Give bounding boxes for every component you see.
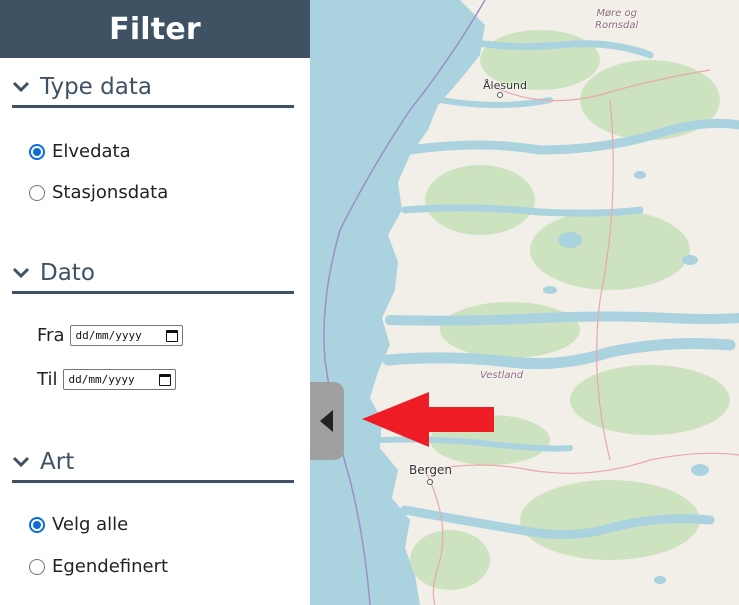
map-view[interactable]: Møre og Romsdal Ålesund Vestland Bergen (310, 0, 739, 605)
section-header-art[interactable]: Art (12, 443, 294, 483)
date-from-value: dd/mm/yyyy (75, 329, 142, 342)
section-title-type-data: Type data (40, 73, 152, 100)
radio-velg-alle[interactable] (29, 516, 45, 533)
date-row-to: Til dd/mm/yyyy (37, 369, 177, 390)
section-header-dato[interactable]: Dato (12, 254, 294, 294)
sidebar-header: Filter (0, 0, 310, 58)
section-header-type-data[interactable]: Type data (12, 68, 294, 108)
red-arrow-left (362, 392, 494, 447)
radio-stasjonsdata[interactable] (29, 184, 45, 201)
chevron-down-icon (10, 451, 32, 473)
section-type-data: Type data (12, 68, 294, 108)
map-label-more-og-romsdal: Møre og Romsdal (595, 8, 639, 31)
radio-option-elvedata[interactable]: Elvedata (29, 141, 131, 162)
radio-label-elvedata: Elvedata (52, 141, 131, 162)
radio-label-egendefinert: Egendefinert (52, 556, 169, 577)
radio-option-velg-alle[interactable]: Velg alle (29, 514, 128, 535)
section-art: Art (12, 443, 294, 483)
calendar-icon[interactable] (166, 329, 179, 342)
radio-option-egendefinert[interactable]: Egendefinert (29, 556, 168, 577)
radio-elvedata[interactable] (29, 143, 45, 160)
date-to-value: dd/mm/yyyy (68, 373, 135, 386)
radio-egendefinert[interactable] (29, 558, 45, 575)
section-title-dato: Dato (40, 259, 95, 286)
filter-sidebar: Filter Type data Elvedata Stasjonsdata D… (0, 0, 310, 605)
radio-option-stasjonsdata[interactable]: Stasjonsdata (29, 182, 168, 203)
sidebar-toggle-button[interactable] (310, 382, 344, 460)
date-to-label: Til (37, 369, 58, 390)
date-from-label: Fra (37, 325, 65, 346)
section-title-art: Art (40, 448, 75, 475)
section-dato: Dato (12, 254, 294, 294)
collapse-left-icon (319, 410, 333, 432)
date-from-input[interactable]: dd/mm/yyyy (70, 325, 184, 346)
chevron-down-icon (10, 262, 32, 284)
sidebar-title: Filter (109, 11, 201, 47)
radio-label-stasjonsdata: Stasjonsdata (52, 182, 169, 203)
date-row-from: Fra dd/mm/yyyy (37, 325, 184, 346)
map-label-vestland: Vestland (480, 370, 524, 381)
chevron-down-icon (10, 76, 32, 98)
map-label-bergen: Bergen (409, 463, 452, 477)
map-label-alesund: Ålesund (483, 79, 528, 92)
radio-label-velg-alle: Velg alle (52, 514, 129, 535)
calendar-icon[interactable] (159, 373, 172, 386)
date-to-input[interactable]: dd/mm/yyyy (63, 369, 177, 390)
